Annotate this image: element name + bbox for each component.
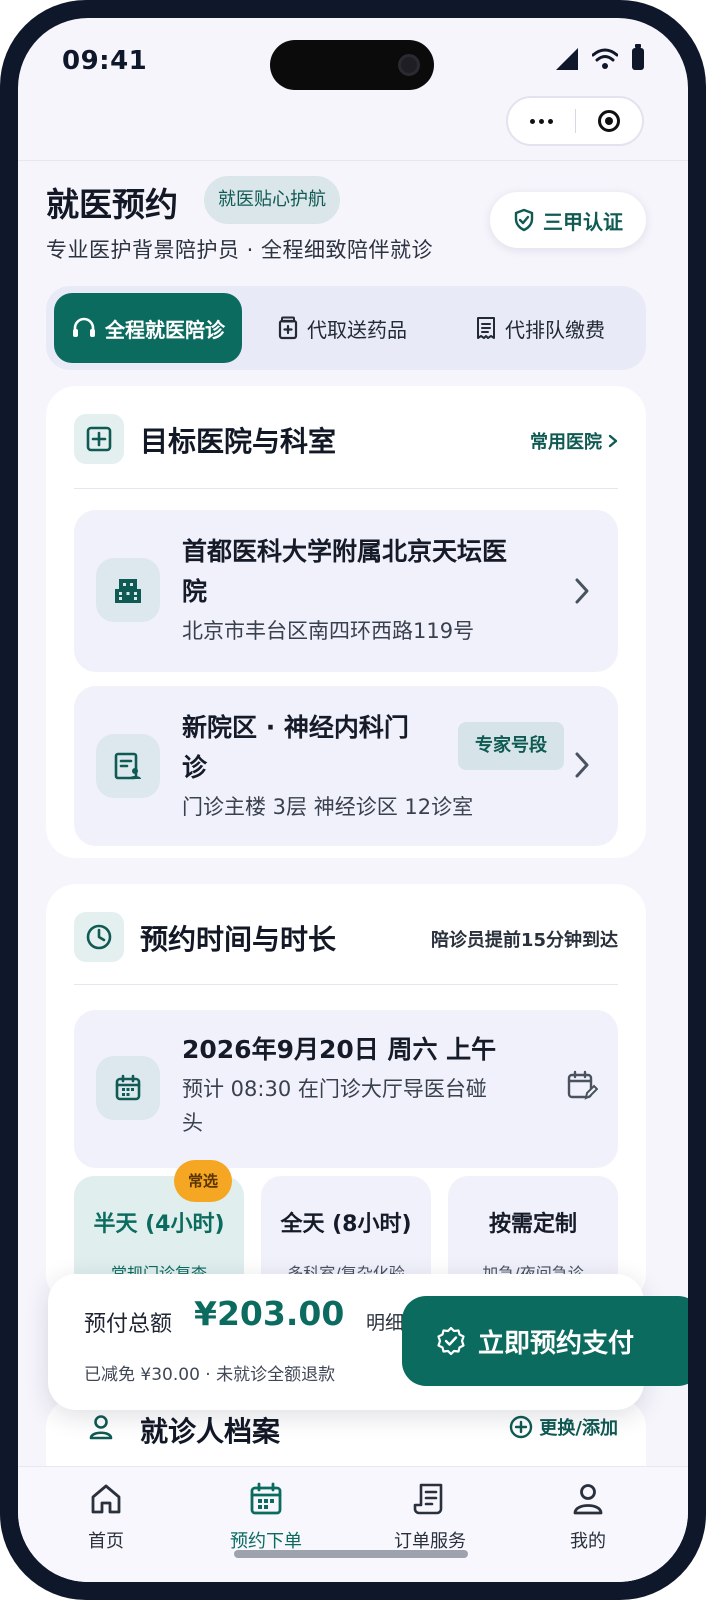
chevron-right-icon xyxy=(608,434,618,448)
nav-home[interactable]: 首页 xyxy=(46,1481,166,1553)
time-card: 预约时间与时长 陪诊员提前15分钟到达 2026年9月20日 周六 上午 预计 … xyxy=(46,884,646,1316)
signal-icon xyxy=(556,48,578,70)
calendar-icon xyxy=(96,1056,160,1120)
headset-icon xyxy=(73,317,95,337)
bottom-navigation: 首页 预约下单 订单服务 我的 xyxy=(18,1466,688,1582)
common-hospitals-link[interactable]: 常用医院 xyxy=(530,428,618,454)
discount-note: 已减免 ¥30.00 · 未就诊全额退款 xyxy=(84,1365,336,1385)
wifi-icon xyxy=(592,48,618,69)
time-section-title: 预约时间与时长 xyxy=(140,923,337,956)
hospital-name-line2: 院 xyxy=(182,577,208,606)
price-detail-label: 明细 xyxy=(366,1312,405,1334)
duration-title: 半天 (4小时) xyxy=(93,1212,225,1237)
target-icon xyxy=(597,110,620,132)
department-icon xyxy=(96,734,160,798)
tab-label: 全程就医陪诊 xyxy=(105,317,225,342)
cert-badge-label: 三甲认证 xyxy=(543,209,623,234)
patient-section-title: 就诊人档案 xyxy=(140,1415,281,1448)
camera-icon xyxy=(398,54,420,76)
add-circle-icon xyxy=(510,1415,533,1439)
section-divider xyxy=(74,984,618,985)
tab-medicine-delivery[interactable]: 代取送药品 xyxy=(242,293,442,363)
pay-now-label: 立即预约支付 xyxy=(478,1328,635,1359)
battery-icon xyxy=(632,44,644,70)
title-tag: 就医贴心护航 xyxy=(204,176,340,224)
nav-booking[interactable]: 预约下单 xyxy=(206,1481,326,1553)
nav-orders[interactable]: 订单服务 xyxy=(370,1481,490,1553)
meet-info-line1: 预计 08:30 在门诊大厅导医台碰 xyxy=(182,1077,487,1101)
hospital-name-line1: 首都医科大学附属北京天坛医 xyxy=(182,537,508,566)
meet-info-line2: 头 xyxy=(182,1111,203,1135)
nav-label: 首页 xyxy=(88,1531,124,1552)
expert-slot-tag: 专家号段 xyxy=(458,722,564,770)
tab-full-escort[interactable]: 全程就医陪诊 xyxy=(54,293,242,363)
verified-badge-icon xyxy=(437,1326,465,1356)
department-name-line2: 诊 xyxy=(182,753,208,782)
hospital-address: 北京市丰台区南四环西路119号 xyxy=(182,619,475,643)
phone-frame: 09:41 就医预约 就医贴心护航 三甲认证 专业医护背景陪护员 · 全程细致陪… xyxy=(0,0,706,1600)
total-label: 预付总额 xyxy=(84,1312,173,1337)
duration-title: 全天 (8小时) xyxy=(280,1212,412,1237)
order-icon xyxy=(413,1483,443,1515)
tab-label: 代取送药品 xyxy=(307,317,407,342)
pay-now-button[interactable]: 立即预约支付 xyxy=(402,1296,688,1386)
user-icon xyxy=(89,1415,113,1440)
appointment-date: 2026年9月20日 周六 上午 xyxy=(182,1035,497,1064)
department-location: 门诊主楼 3层 神经诊区 12诊室 xyxy=(182,795,474,819)
home-icon xyxy=(91,1484,121,1514)
tab-label: 代排队缴费 xyxy=(505,317,605,342)
nav-label: 我的 xyxy=(570,1531,606,1552)
common-hospitals-label: 常用医院 xyxy=(530,432,602,453)
dynamic-island xyxy=(270,40,434,90)
more-icon xyxy=(529,118,553,124)
calendar-icon xyxy=(250,1482,282,1515)
close-miniapp-button[interactable] xyxy=(576,98,643,144)
change-patient-link[interactable]: 更换/添加 xyxy=(509,1414,618,1440)
hospital-row[interactable]: 首都医科大学附属北京天坛医 院 北京市丰台区南四环西路119号 xyxy=(74,510,618,672)
chevron-right-icon xyxy=(575,578,589,604)
service-tabs: 全程就医陪诊 代取送药品 代排队缴费 xyxy=(46,286,646,370)
user-icon xyxy=(573,1484,603,1515)
screen: 09:41 就医预约 就医贴心护航 三甲认证 专业医护背景陪护员 · 全程细致陪… xyxy=(18,18,688,1582)
miniapp-capsule xyxy=(506,96,644,146)
department-row[interactable]: 新院区 · 神经内科门 诊 专家号段 门诊主楼 3层 神经诊区 12诊室 xyxy=(74,686,618,846)
change-patient-label: 更换/添加 xyxy=(539,1418,618,1439)
arrival-note: 陪诊员提前15分钟到达 xyxy=(430,930,618,951)
shield-check-icon xyxy=(514,208,534,232)
home-indicator[interactable] xyxy=(234,1550,468,1558)
date-row[interactable]: 2026年9月20日 周六 上午 预计 08:30 在门诊大厅导医台碰 头 xyxy=(74,1010,618,1168)
edit-calendar-icon[interactable] xyxy=(566,1070,598,1102)
popular-badge: 常选 xyxy=(174,1160,232,1202)
receipt-icon xyxy=(477,317,495,339)
total-amount: ¥203.00 xyxy=(194,1294,345,1333)
medicine-box-icon xyxy=(278,316,298,340)
hospital-section-title: 目标医院与科室 xyxy=(140,425,337,458)
more-button[interactable] xyxy=(508,98,575,144)
header-divider xyxy=(18,160,688,161)
cert-badge[interactable]: 三甲认证 xyxy=(490,192,646,248)
page-subtitle: 专业医护背景陪护员 · 全程细致陪伴就诊 xyxy=(46,238,434,262)
nav-profile[interactable]: 我的 xyxy=(528,1481,648,1553)
duration-title: 按需定制 xyxy=(488,1212,577,1237)
plus-square-icon xyxy=(74,414,124,464)
clock-icon xyxy=(74,912,124,962)
department-name-line1: 新院区 · 神经内科门 xyxy=(182,713,409,742)
tab-queue-payment[interactable]: 代排队缴费 xyxy=(442,293,638,363)
page-title: 就医预约 xyxy=(46,185,178,224)
chevron-right-icon xyxy=(575,752,589,778)
building-icon xyxy=(96,558,160,622)
hospital-card: 目标医院与科室 常用医院 首都医科大学附属北京天坛医 院 北京市丰台区南四环西路… xyxy=(46,386,646,858)
status-time: 09:41 xyxy=(62,46,148,76)
status-icons xyxy=(556,44,644,70)
section-divider xyxy=(74,488,618,489)
